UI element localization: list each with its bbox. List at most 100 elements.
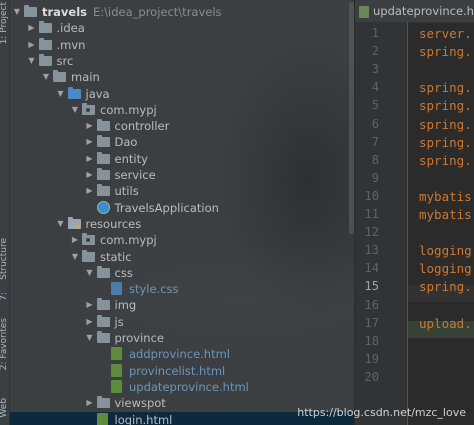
expand-arrow-icon[interactable]: ▼ <box>71 249 79 265</box>
tree-node[interactable]: ▶ Dao <box>10 134 354 150</box>
code-line: logging <box>419 261 472 277</box>
tree-node-label: service <box>114 168 156 182</box>
structure-tool-tab[interactable]: Structure <box>0 238 9 280</box>
tree-node-label: com.mypj <box>100 233 157 248</box>
line-number: 15 <box>364 279 379 294</box>
spring-class-icon <box>96 200 110 214</box>
line-number: 16 <box>364 297 379 312</box>
favorites-tool-tab[interactable]: 2: Favorites <box>0 318 9 370</box>
line-number: 20 <box>364 369 379 384</box>
tree-node[interactable]: ▶ img <box>10 297 354 313</box>
file-icon <box>359 5 369 18</box>
line-number: 5 <box>371 98 379 113</box>
tree-node[interactable]: ▶ .idea <box>10 20 354 36</box>
project-tool-tab[interactable]: 1: Project <box>0 2 9 44</box>
collapse-arrow-icon[interactable]: ▶ <box>86 118 94 134</box>
line-number: 2 <box>371 44 379 59</box>
project-path: E:\idea_project\travels <box>93 5 222 19</box>
tree-node-label: main <box>71 70 100 85</box>
tree-node[interactable]: ▼ static <box>10 249 354 265</box>
expand-arrow-icon[interactable]: ▼ <box>57 216 65 232</box>
tree-node[interactable]: TravelsApplication <box>10 200 354 216</box>
tree-node[interactable]: ▼ province <box>10 330 354 346</box>
editor-tab-updateprovince[interactable]: updateprovince.htm <box>359 0 474 22</box>
folder-icon <box>96 265 110 278</box>
tree-node-label: com.mypj <box>100 102 157 117</box>
code-line: spring. <box>419 116 472 132</box>
web-tool-tab[interactable]: Web <box>0 398 9 418</box>
line-number: 9 <box>371 170 379 185</box>
tree-node[interactable]: addprovince.html <box>10 346 354 362</box>
editor-tab-label: updateprovince.htm <box>373 4 474 18</box>
css-file-icon <box>111 282 122 296</box>
code-line: spring. <box>419 279 472 295</box>
watermark-text: https://blog.csdn.net/mzc_love <box>297 406 466 419</box>
tree-node-label: travels E:\idea_project\travels <box>42 5 222 19</box>
tree-node[interactable]: ▶ .mvn <box>10 37 354 53</box>
project-tree: ▼ travels E:\idea_project\travels ▶ .idea ▶ .m… <box>10 0 354 425</box>
code-line: spring. <box>419 134 472 150</box>
collapse-arrow-icon[interactable]: ▶ <box>86 151 94 167</box>
line-number: 18 <box>364 333 379 348</box>
folder-icon <box>38 37 52 50</box>
tree-node[interactable]: ▶ entity <box>10 151 354 167</box>
line-number: 6 <box>371 116 379 131</box>
html-file-icon <box>111 379 122 393</box>
tree-node-label: login.html <box>114 412 173 425</box>
expand-arrow-icon[interactable]: ▼ <box>42 69 50 85</box>
editor: updateprovince.htm 123456789101112131415… <box>355 0 474 425</box>
folder-icon <box>96 119 110 132</box>
expand-arrow-icon[interactable]: ▼ <box>13 4 21 20</box>
collapse-arrow-icon[interactable]: ▶ <box>86 167 94 183</box>
line-number: 10 <box>364 188 379 203</box>
tree-node[interactable]: ▼ main <box>10 69 354 85</box>
tree-node[interactable]: ▶ service <box>10 167 354 183</box>
tree-node[interactable]: ▶ js <box>10 314 354 330</box>
tree-node[interactable]: ▼ css <box>10 265 354 281</box>
tree-node[interactable]: ▶ controller <box>10 118 354 134</box>
expand-arrow-icon[interactable]: ▼ <box>86 265 94 281</box>
tree-node[interactable]: style.css <box>10 281 354 297</box>
line-number: 1 <box>371 26 379 40</box>
line-number: 11 <box>364 207 379 221</box>
tree-node[interactable]: ▼ resources <box>10 216 354 232</box>
collapse-arrow-icon[interactable]: ▶ <box>28 20 36 36</box>
tree-node-label: java <box>85 86 110 101</box>
expand-arrow-icon[interactable]: ▼ <box>86 330 94 346</box>
tree-node-label: provincelist.html <box>129 363 226 378</box>
tree-node[interactable]: ▼ src <box>10 53 354 69</box>
collapse-arrow-icon[interactable]: ▶ <box>28 37 36 53</box>
line-number: 8 <box>371 152 379 167</box>
collapse-arrow-icon[interactable]: ▶ <box>86 395 94 411</box>
code-line: server. <box>419 26 472 41</box>
tree-node[interactable]: ▼ com.mypj <box>10 102 354 118</box>
tree-node-label: js <box>114 314 124 329</box>
code-line: mybatis <box>419 207 472 222</box>
folder-icon <box>96 151 110 164</box>
folder-icon <box>96 396 110 409</box>
tree-node[interactable]: ▶ com.mypj <box>10 232 354 248</box>
collapse-arrow-icon[interactable]: ▶ <box>71 232 79 248</box>
tree-node[interactable]: updateprovince.html <box>10 379 354 395</box>
tree-node-label: src <box>56 53 74 68</box>
tree-node[interactable]: ▼ travels E:\idea_project\travels <box>10 4 354 20</box>
structure-shortcut-label: 7: <box>0 292 9 301</box>
tree-node[interactable]: provincelist.html <box>10 363 354 379</box>
package-icon <box>82 102 95 115</box>
collapse-arrow-icon[interactable]: ▶ <box>86 297 94 313</box>
collapse-arrow-icon[interactable]: ▶ <box>86 314 94 330</box>
collapse-arrow-icon[interactable]: ▶ <box>86 134 94 150</box>
line-number: 13 <box>364 243 379 258</box>
tree-node-label: static <box>100 249 132 264</box>
code-line: logging <box>419 243 472 259</box>
expand-arrow-icon[interactable]: ▼ <box>57 86 65 102</box>
expand-arrow-icon[interactable]: ▼ <box>28 53 36 69</box>
collapse-arrow-icon[interactable]: ▶ <box>86 183 94 199</box>
tree-node[interactable]: ▶ utils <box>10 183 354 199</box>
line-number: 7 <box>371 134 379 149</box>
tree-scrollbar[interactable] <box>349 2 354 234</box>
tree-node[interactable]: ▼ java <box>10 86 354 102</box>
expand-arrow-icon[interactable]: ▼ <box>71 102 79 118</box>
tree-node-label: viewspot <box>114 396 166 411</box>
code-line: spring. <box>419 98 472 114</box>
